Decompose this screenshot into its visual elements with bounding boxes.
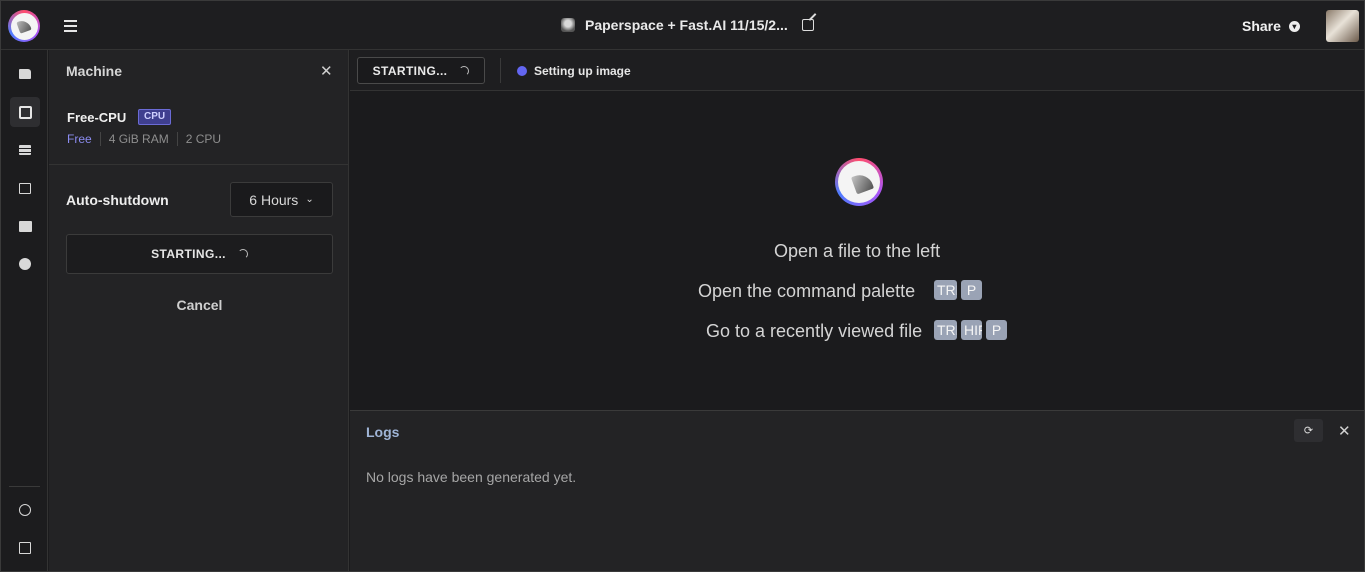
folder-icon <box>19 69 31 79</box>
autoshutdown-label: Auto-shutdown <box>66 192 169 208</box>
machine-ram: 4 GiB RAM <box>108 132 169 146</box>
machine-state-badge: STARTING... <box>357 57 485 84</box>
hint-recent-file: Go to a recently viewed file <box>706 321 923 341</box>
close-icon[interactable]: ✕ <box>320 64 333 79</box>
autoshutdown-value: 6 Hours <box>249 191 299 208</box>
shortcut-key: P <box>986 320 1007 340</box>
notebook-title[interactable]: Paperspace + Fast.AI 11/15/2... <box>561 17 814 33</box>
logs-title: Logs <box>366 424 400 440</box>
spinner-icon <box>237 249 248 259</box>
logs-empty-message: No logs have been generated yet. <box>366 469 577 485</box>
status-dot-icon <box>517 66 527 76</box>
gradient-logo-icon <box>835 158 883 206</box>
stack-icon <box>19 145 31 155</box>
close-icon[interactable]: ✕ <box>1338 424 1351 439</box>
machine-button[interactable] <box>10 97 40 127</box>
notebook-title-text: Paperspace + Fast.AI 11/15/2... <box>585 17 788 33</box>
spinner-icon <box>459 65 470 76</box>
hint-open-file: Open a file to the left <box>774 241 941 261</box>
cpu-badge: CPU <box>138 109 172 125</box>
spec-divider <box>176 132 178 146</box>
machine-panel: Machine ✕ Free-CPU CPU Free 4 GiB RAM 2 … <box>49 50 349 571</box>
document-icon <box>19 542 31 554</box>
status-bar: STARTING... Setting up image <box>350 50 1364 91</box>
machine-tier: Free <box>67 132 92 146</box>
panel-title: Machine <box>66 63 123 79</box>
avatar[interactable] <box>1326 10 1359 42</box>
hint-command-palette: Open the command palette <box>698 281 916 301</box>
machine-state-label: STARTING... <box>372 63 448 78</box>
history-button[interactable] <box>10 249 40 279</box>
status-message: Setting up image <box>534 64 631 78</box>
chevron-down-icon: ▾ <box>1288 20 1300 32</box>
refresh-icon[interactable]: ⟳ <box>1294 419 1323 442</box>
shortcut-key: HIFT <box>961 320 982 340</box>
machine-cpus: 2 CPU <box>185 132 222 146</box>
shortcut-key: P <box>961 280 982 300</box>
shortcut-key: TRL <box>934 280 957 300</box>
chart-icon <box>19 182 31 194</box>
logs-panel: Logs ⟳ ✕ No logs have been generated yet… <box>350 410 1364 571</box>
clock-icon <box>19 258 31 270</box>
start-machine-button[interactable]: STARTING... <box>66 234 333 274</box>
app-window: Paperspace + Fast.AI 11/15/2... Share ▾ … <box>0 0 1365 572</box>
editor-empty-state: Open a file to the left Open the command… <box>350 91 1364 410</box>
share-label: Share <box>1242 18 1281 34</box>
share-button[interactable]: Share ▾ <box>1242 18 1300 34</box>
files-button[interactable] <box>10 59 40 89</box>
machine-specs: Free 4 GiB RAM 2 CPU <box>67 132 221 146</box>
autoshutdown-select[interactable]: 6 Hours ⌄ <box>230 182 333 217</box>
start-button-label: STARTING... <box>151 247 226 261</box>
shortcut-key: TRL <box>934 320 957 340</box>
rail-divider <box>9 486 40 487</box>
chip-icon <box>18 105 32 119</box>
terminal-button[interactable] <box>10 211 40 241</box>
top-bar: Paperspace + Fast.AI 11/15/2... Share ▾ <box>1 1 1364 50</box>
edit-icon[interactable] <box>801 19 814 31</box>
terminal-icon <box>18 220 32 232</box>
output-icon <box>19 504 31 516</box>
status-divider <box>500 58 501 83</box>
outputs-button[interactable] <box>10 495 40 525</box>
notebook-emoji-icon <box>561 18 575 32</box>
metrics-button[interactable] <box>10 173 40 203</box>
docs-button[interactable] <box>10 533 40 563</box>
spec-divider <box>99 132 101 146</box>
cancel-button[interactable]: Cancel <box>66 297 333 313</box>
icon-rail <box>1 50 48 571</box>
datasets-button[interactable] <box>10 135 40 165</box>
machine-name: Free-CPU <box>67 110 127 125</box>
hamburger-menu-icon[interactable] <box>64 20 77 32</box>
chevron-down-icon: ⌄ <box>305 194 314 205</box>
gradient-logo-icon[interactable] <box>8 10 40 42</box>
panel-divider <box>49 164 348 165</box>
